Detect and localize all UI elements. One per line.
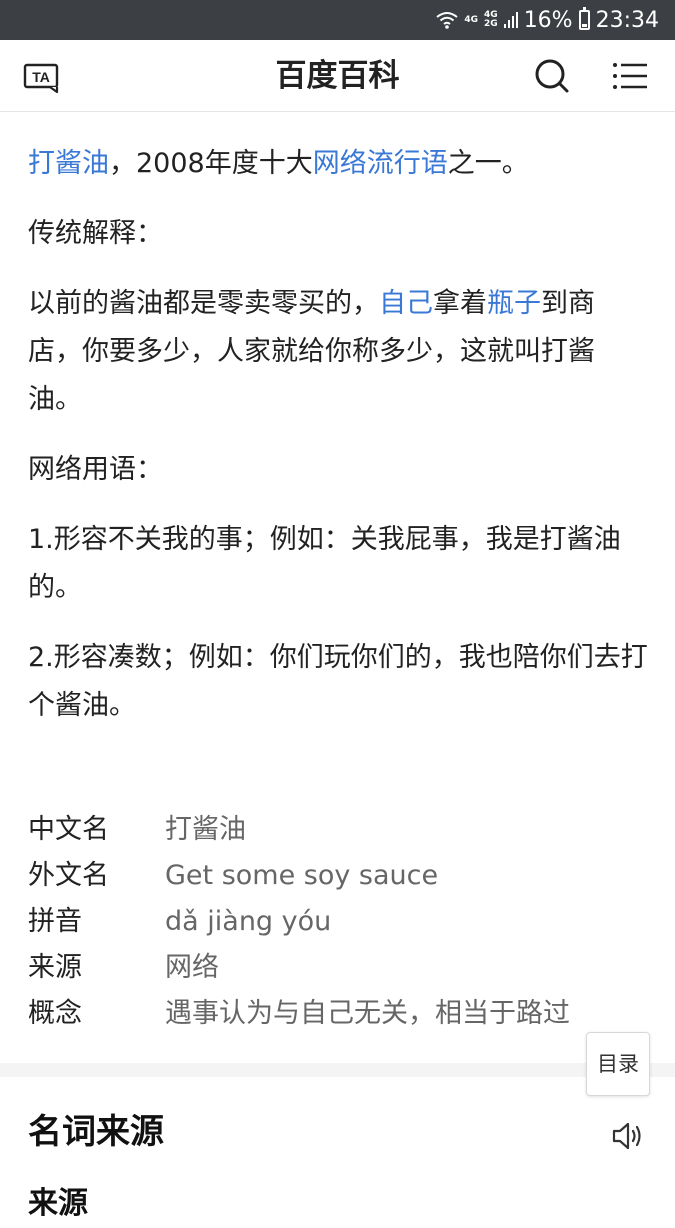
infobox-key: 外文名 xyxy=(28,860,109,891)
internet-item-1: 1.形容不关我的事；例如：关我屁事，我是打酱油的。 xyxy=(28,524,621,603)
infobox-row: 概念 遇事认为与自己无关，相当于路过 xyxy=(28,991,648,1037)
infobox-value: 遇事认为与自己无关，相当于路过 xyxy=(165,998,570,1029)
infobox-value: dǎ jiàng yóu xyxy=(165,906,332,937)
infobox-key: 中文名 xyxy=(28,814,109,845)
traditional-text: 以前的酱油都是零卖零买的， xyxy=(28,288,379,319)
bottle-link[interactable]: 瓶子 xyxy=(487,288,541,319)
status-indicators: 4G 4G 2G 16% 23:34 xyxy=(436,0,659,40)
intro-text: ，2008年度十大 xyxy=(109,148,313,179)
menu-icon[interactable] xyxy=(611,56,651,96)
network-type-secondary: 4G 2G xyxy=(484,11,498,29)
battery-icon xyxy=(578,7,590,30)
internet-item-2: 2.形容凑数；例如：你们玩你们的，我也陪你们去打个酱油。 xyxy=(28,642,648,721)
signal-icon xyxy=(503,12,518,28)
self-link[interactable]: 自己 xyxy=(379,288,433,319)
network-type-label: 4G xyxy=(464,14,479,25)
speaker-icon[interactable] xyxy=(610,1118,646,1154)
clock: 23:34 xyxy=(595,7,659,33)
infobox-value: Get some soy sauce xyxy=(165,860,439,891)
status-bar: 4G 4G 2G 16% 23:34 xyxy=(0,0,675,40)
infobox-value: 网络 xyxy=(165,952,219,983)
intro-paragraph: 打酱油，2008年度十大网络流行语之一。 xyxy=(28,140,648,188)
traditional-heading: 传统解释： xyxy=(28,218,163,249)
section-divider xyxy=(0,1063,675,1077)
section-title: 名词来源 xyxy=(28,1112,164,1152)
subsection-title: 来源 xyxy=(28,1186,88,1221)
toc-button[interactable]: 目录 xyxy=(586,1032,650,1096)
infobox: 中文名 打酱油 外文名 Get some soy sauce 拼音 dǎ jià… xyxy=(28,807,648,1037)
infobox-key: 概念 xyxy=(28,998,82,1029)
app-header: TA 百度百科 xyxy=(0,40,675,112)
infobox-key: 拼音 xyxy=(28,906,82,937)
traditional-text: 拿着 xyxy=(433,288,487,319)
internet-slang-link[interactable]: 网络流行语 xyxy=(313,148,448,179)
infobox-row: 拼音 dǎ jiàng yóu xyxy=(28,899,648,945)
internet-heading: 网络用语： xyxy=(28,454,163,485)
infobox-row: 中文名 打酱油 xyxy=(28,807,648,853)
article-summary: 打酱油，2008年度十大网络流行语之一。 传统解释： 以前的酱油都是零卖零买的，… xyxy=(28,140,648,752)
traditional-paragraph: 以前的酱油都是零卖零买的，自己拿着瓶子到商店，你要多少，人家就给你称多少，这就叫… xyxy=(28,280,648,424)
network-type-label: 2G xyxy=(484,19,498,29)
infobox-row: 来源 网络 xyxy=(28,945,648,991)
network-type-primary: 4G xyxy=(464,14,479,25)
infobox-key: 来源 xyxy=(28,952,82,983)
intro-text: 之一。 xyxy=(447,148,529,179)
wifi-icon xyxy=(436,12,458,29)
term-link[interactable]: 打酱油 xyxy=(28,148,109,179)
battery-percent: 16% xyxy=(523,7,573,33)
search-icon[interactable] xyxy=(532,56,572,96)
infobox-row: 外文名 Get some soy sauce xyxy=(28,853,648,899)
page-title: 百度百科 xyxy=(275,58,400,94)
infobox-value: 打酱油 xyxy=(165,814,246,845)
